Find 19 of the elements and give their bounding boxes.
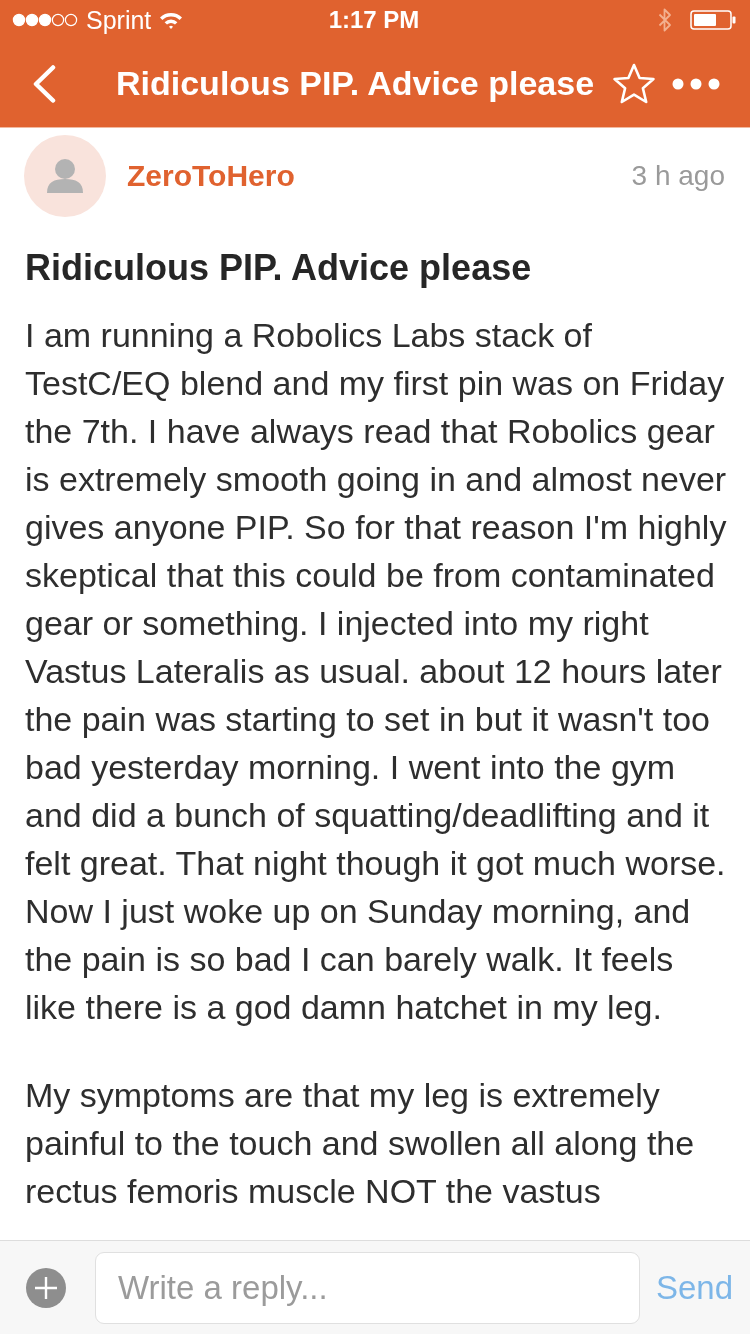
post-title: Ridiculous PIP. Advice please bbox=[25, 246, 533, 290]
back-chevron-icon[interactable] bbox=[32, 64, 56, 103]
send-button[interactable]: Send bbox=[653, 1268, 735, 1307]
post-paragraph: My symptoms are that my leg is extremely painful to the touch and swollen all along the rectus femoris muscle NOT the vastus bbox=[25, 1075, 696, 1212]
carrier-name: Sprint bbox=[86, 5, 152, 35]
avatar-silhouette-icon bbox=[24, 135, 106, 217]
bluetooth-icon bbox=[658, 7, 672, 33]
nav-title: Ridiculous PIP. Advice please bbox=[115, 64, 596, 103]
signal-strength-icon bbox=[12, 13, 78, 27]
post-time: 3 h ago bbox=[631, 160, 725, 192]
post-paragraph: I am running a Robolics Labs stack of TestC/EQ blend and my first pin was on Friday the 7th. I have always read that Robolics gear is extremely smooth going in and almost never gives anyone PIP. So for that reason I'm highly skeptical that this could be from contaminated gear or something. I injected into my right Vastus Lateralis as usual. about 12 hours later the pain was starting to set in but it wasn't too bad yesterday morning. I went into the gym and did a bunch of squatting/deadlifting and it felt great. That night though it got much worse. Now I just woke up on Sunday morning, and the pain is so bad I can barely walk. It feels like there is a god damn hatchet in my leg. bbox=[25, 315, 728, 1028]
plus-circle-icon[interactable] bbox=[26, 1267, 66, 1308]
wifi-icon bbox=[159, 11, 184, 29]
author-name[interactable]: ZeroToHero bbox=[127, 159, 295, 193]
battery-icon bbox=[690, 10, 736, 30]
reply-input-field[interactable]: Write a reply... bbox=[95, 1251, 640, 1324]
status-time: 1:17 PM bbox=[328, 6, 420, 34]
star-icon[interactable] bbox=[612, 62, 656, 105]
more-dots-icon[interactable] bbox=[672, 77, 720, 90]
